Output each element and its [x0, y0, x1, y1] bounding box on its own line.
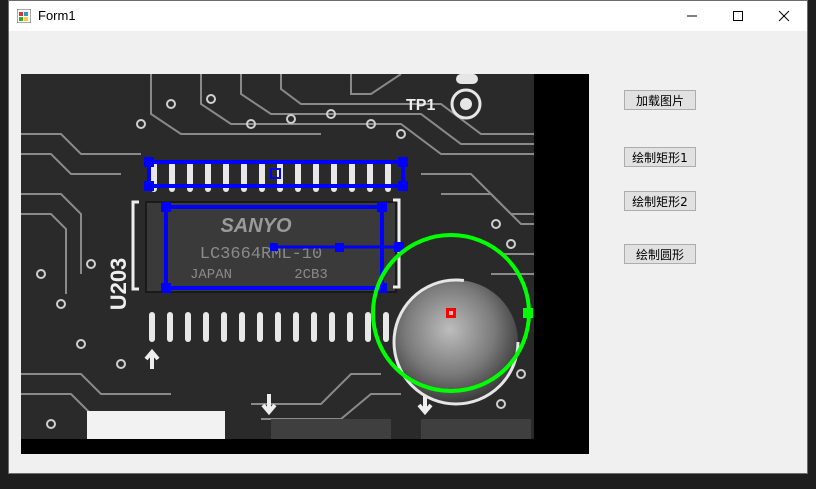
picture-box[interactable]: TP1 U203 SANYO LC3664RML-10 JAPAN 2CB3	[21, 74, 589, 454]
bottom-component-1	[271, 419, 391, 439]
picture-box-margin-bottom	[21, 439, 589, 454]
picture-box-margin-right	[534, 74, 589, 454]
chip-brand: SANYO	[220, 215, 292, 237]
form1-window: Form1 TP1 U203 SANYO LC3664RML-10 JAPAN …	[8, 0, 808, 474]
draw-rect1-button[interactable]: 绘制矩形1	[624, 147, 696, 167]
app-icon	[17, 9, 31, 23]
rect1-handle-tr[interactable]	[398, 157, 408, 167]
rect2-handle-tr[interactable]	[377, 202, 387, 212]
draw-rect2-button[interactable]: 绘制矩形2	[624, 191, 696, 211]
background-ide-bottom	[0, 472, 816, 489]
draw-circle-button[interactable]: 绘制圆形	[624, 244, 696, 264]
load-image-button[interactable]: 加载图片	[624, 90, 696, 110]
chip-code: 2CB3	[294, 267, 328, 283]
background-ide-strip	[0, 0, 8, 489]
close-icon	[778, 10, 790, 22]
rect2-handle-bl[interactable]	[161, 283, 171, 293]
rect1-handle-br[interactable]	[398, 181, 408, 191]
u203-label: U203	[106, 258, 131, 311]
rect2-handle-tl[interactable]	[161, 202, 171, 212]
bottom-component-2	[421, 419, 531, 439]
rect1-handle-bl[interactable]	[144, 181, 154, 191]
circle-radius-handle[interactable]	[523, 308, 533, 318]
rect2-handle-mid[interactable]	[335, 243, 344, 252]
title-bar[interactable]: Form1	[9, 1, 807, 31]
top-pad	[456, 74, 478, 84]
pcb-image: TP1 U203 SANYO LC3664RML-10 JAPAN 2CB3	[21, 74, 589, 454]
maximize-button[interactable]	[715, 1, 761, 31]
window-title: Form1	[38, 8, 76, 23]
chip-origin: JAPAN	[190, 267, 232, 283]
circle-center-dot	[449, 311, 453, 315]
client-area: TP1 U203 SANYO LC3664RML-10 JAPAN 2CB3 加…	[9, 31, 807, 473]
minimize-icon	[687, 15, 697, 17]
rect1-handle-tl[interactable]	[144, 157, 154, 167]
maximize-icon	[733, 11, 743, 21]
rect2-handle-center[interactable]	[270, 243, 278, 251]
tp1-label: TP1	[406, 97, 435, 114]
bottom-label-block	[87, 411, 225, 439]
minimize-button[interactable]	[669, 1, 715, 31]
close-button[interactable]	[761, 1, 807, 31]
tp1-pad-center	[460, 98, 472, 110]
